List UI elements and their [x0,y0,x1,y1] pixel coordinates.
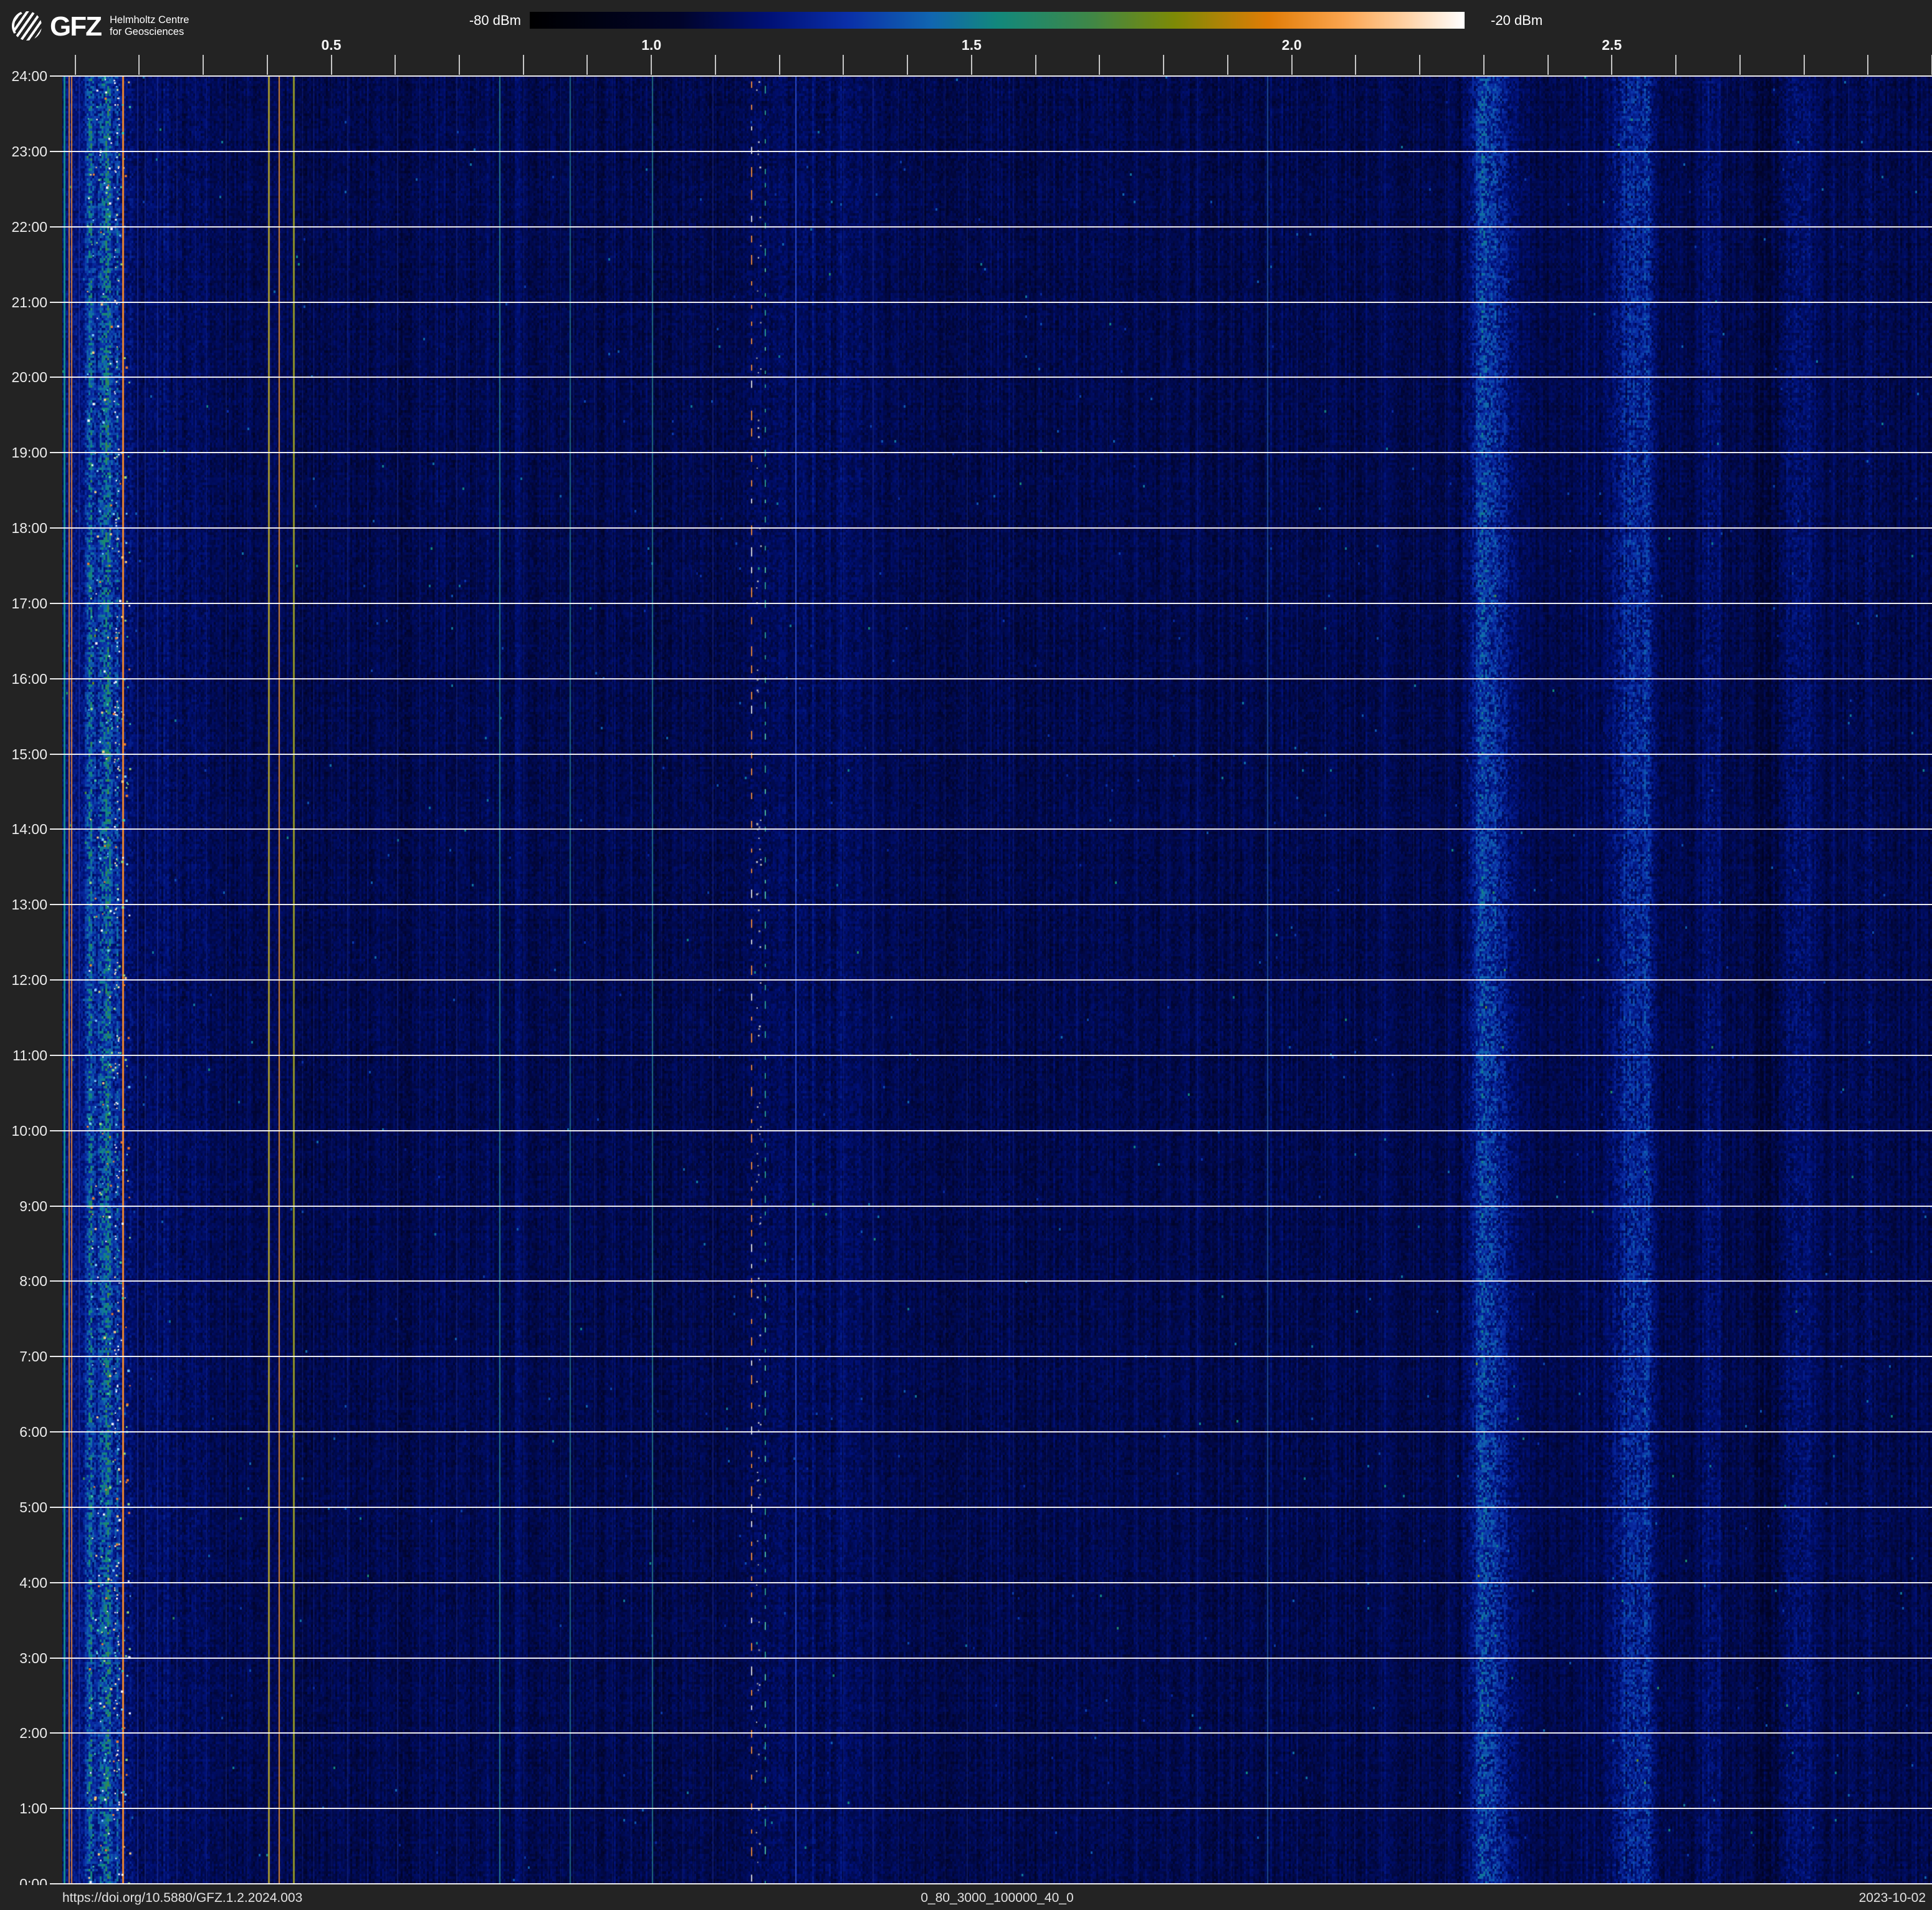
time-label: 11:00 [0,1047,47,1064]
hour-gridline [50,1732,1932,1734]
frequency-tick [715,55,716,75]
gfz-logo-icon [12,11,42,41]
brand-subtitle-line2: for Geosciences [110,26,189,38]
hour-gridline [50,527,1932,529]
frequency-tick-label: 2.0 [1282,36,1302,54]
brand-subtitle-line1: Helmholtz Centre [110,14,189,26]
frequency-tick [971,55,972,75]
frequency-tick [523,55,524,75]
time-label: 12:00 [0,971,47,989]
frequency-tick [459,55,460,75]
time-label: 17:00 [0,595,47,612]
hour-gridline [50,1883,1932,1884]
frequency-tick [1867,55,1868,75]
hour-gridline [50,979,1932,981]
frequency-tick [1419,55,1420,75]
time-label: 6:00 [0,1423,47,1441]
time-label: 14:00 [0,820,47,838]
frequency-tick [267,55,268,75]
hour-gridline [50,1356,1932,1357]
hour-gridline [50,1055,1932,1056]
time-label: 18:00 [0,519,47,537]
time-label: 22:00 [0,218,47,236]
time-label: 3:00 [0,1649,47,1667]
frequency-tick [395,55,396,75]
spectrogram-page: GFZ Helmholtz Centre for Geosciences -80… [0,0,1932,1910]
frequency-tick [1804,55,1805,75]
time-label: 2:00 [0,1724,47,1742]
hour-gridline [50,1130,1932,1131]
frequency-tick [1163,55,1164,75]
time-label: 23:00 [0,143,47,160]
hour-gridline [50,1431,1932,1432]
frequency-tick [1611,55,1612,75]
hour-gridline [50,151,1932,152]
colorbar-min-label: -80 dBm [430,12,521,29]
time-label: 16:00 [0,670,47,688]
frequency-tick-label: 1.5 [962,36,982,54]
frequency-tick [138,55,140,75]
time-label: 1:00 [0,1800,47,1817]
frequency-tick [1483,55,1485,75]
hour-gridline [50,377,1932,378]
time-label: 7:00 [0,1348,47,1365]
frequency-tick-label: 2.5 [1602,36,1622,54]
frequency-tick [1675,55,1676,75]
hour-gridline [50,904,1932,905]
hour-gridline [50,603,1932,604]
hour-gridline [50,828,1932,830]
hour-gridline [50,1582,1932,1583]
frequency-tick [1099,55,1100,75]
frequency-tick [1739,55,1741,75]
frequency-tick [75,55,76,75]
colorbar [530,12,1465,29]
frequency-tick [1355,55,1356,75]
frequency-tick [1227,55,1228,75]
footer: 0_80_3000_100000_40_0 https://doi.org/10… [0,1885,1932,1910]
frequency-tick [1291,55,1293,75]
hour-gridline [50,302,1932,303]
frequency-tick [331,55,332,75]
hour-gridline [50,1507,1932,1508]
time-label: 24:00 [0,67,47,85]
frequency-tick-label: 0.5 [322,36,342,54]
hour-gridline [50,1658,1932,1659]
time-label: 4:00 [0,1574,47,1591]
frequency-tick [843,55,844,75]
colorbar-max-label: -20 dBm [1491,12,1615,29]
time-label: 19:00 [0,444,47,461]
frequency-tick [651,55,652,75]
footer-date: 2023-10-02 [1801,1890,1926,1906]
time-label: 9:00 [0,1197,47,1215]
time-label: 8:00 [0,1272,47,1290]
frequency-tick [1035,55,1036,75]
hour-gridline [50,678,1932,679]
frequency-tick [907,55,908,75]
hour-gridline [50,226,1932,228]
brand-title: GFZ [50,12,101,41]
time-label: 20:00 [0,368,47,386]
frequency-tick [1547,55,1549,75]
frequency-tick-label: 1.0 [641,36,661,54]
hour-gridline [50,75,1932,77]
time-label: 13:00 [0,896,47,913]
time-label: 21:00 [0,294,47,311]
footer-doi: https://doi.org/10.5880/GFZ.1.2.2024.003 [62,1890,302,1906]
frequency-tick [586,55,588,75]
time-label: 15:00 [0,746,47,763]
footer-filename: 0_80_3000_100000_40_0 [62,1890,1932,1906]
hour-gridline [50,452,1932,453]
frequency-tick [779,55,780,75]
time-label: 5:00 [0,1499,47,1516]
frequency-tick [203,55,204,75]
hour-gridline [50,1808,1932,1809]
hour-gridline [50,754,1932,755]
time-label: 10:00 [0,1122,47,1140]
brand-subtitle: Helmholtz Centre for Geosciences [110,14,189,38]
hour-gridline [50,1206,1932,1207]
hour-gridline [50,1280,1932,1282]
